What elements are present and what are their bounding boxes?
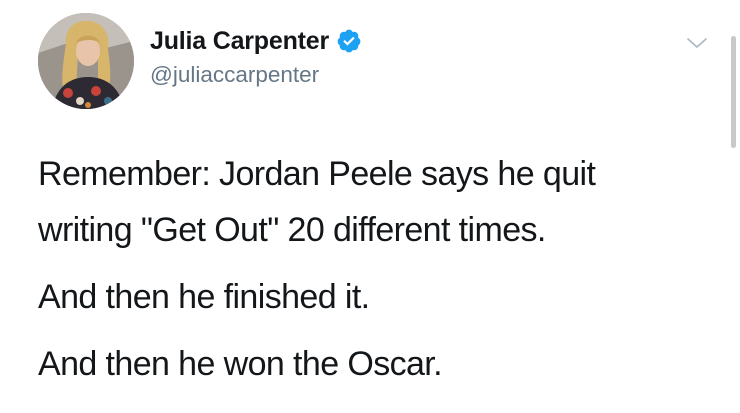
scrollbar[interactable]: [731, 36, 736, 148]
tweet-paragraph: And then he finished it.: [38, 269, 718, 325]
tweet-paragraph: And then he won the Oscar.: [38, 336, 718, 392]
author-display-name[interactable]: Julia Carpenter: [150, 27, 329, 56]
tweet: Julia Carpenter @juliaccarpenter Remembe…: [0, 0, 740, 413]
tweet-paragraph: Remember: Jordan Peele says he quit writ…: [38, 146, 718, 258]
tweet-text: Remember: Jordan Peele says he quit writ…: [38, 146, 718, 392]
avatar[interactable]: [38, 13, 134, 109]
tweet-text-line: writing "Get Out" 20 different times.: [38, 211, 546, 249]
tweet-text-line: And then he finished it.: [38, 278, 370, 316]
avatar-image: [38, 13, 134, 109]
tweet-text-line: Remember: Jordan Peele says he quit: [38, 155, 596, 193]
tweet-text-line: And then he won the Oscar.: [38, 345, 443, 383]
author-handle[interactable]: @juliaccarpenter: [150, 62, 319, 88]
author-name-row: Julia Carpenter: [150, 25, 362, 57]
verified-badge-icon: [336, 28, 362, 54]
chevron-down-icon[interactable]: [686, 36, 708, 50]
